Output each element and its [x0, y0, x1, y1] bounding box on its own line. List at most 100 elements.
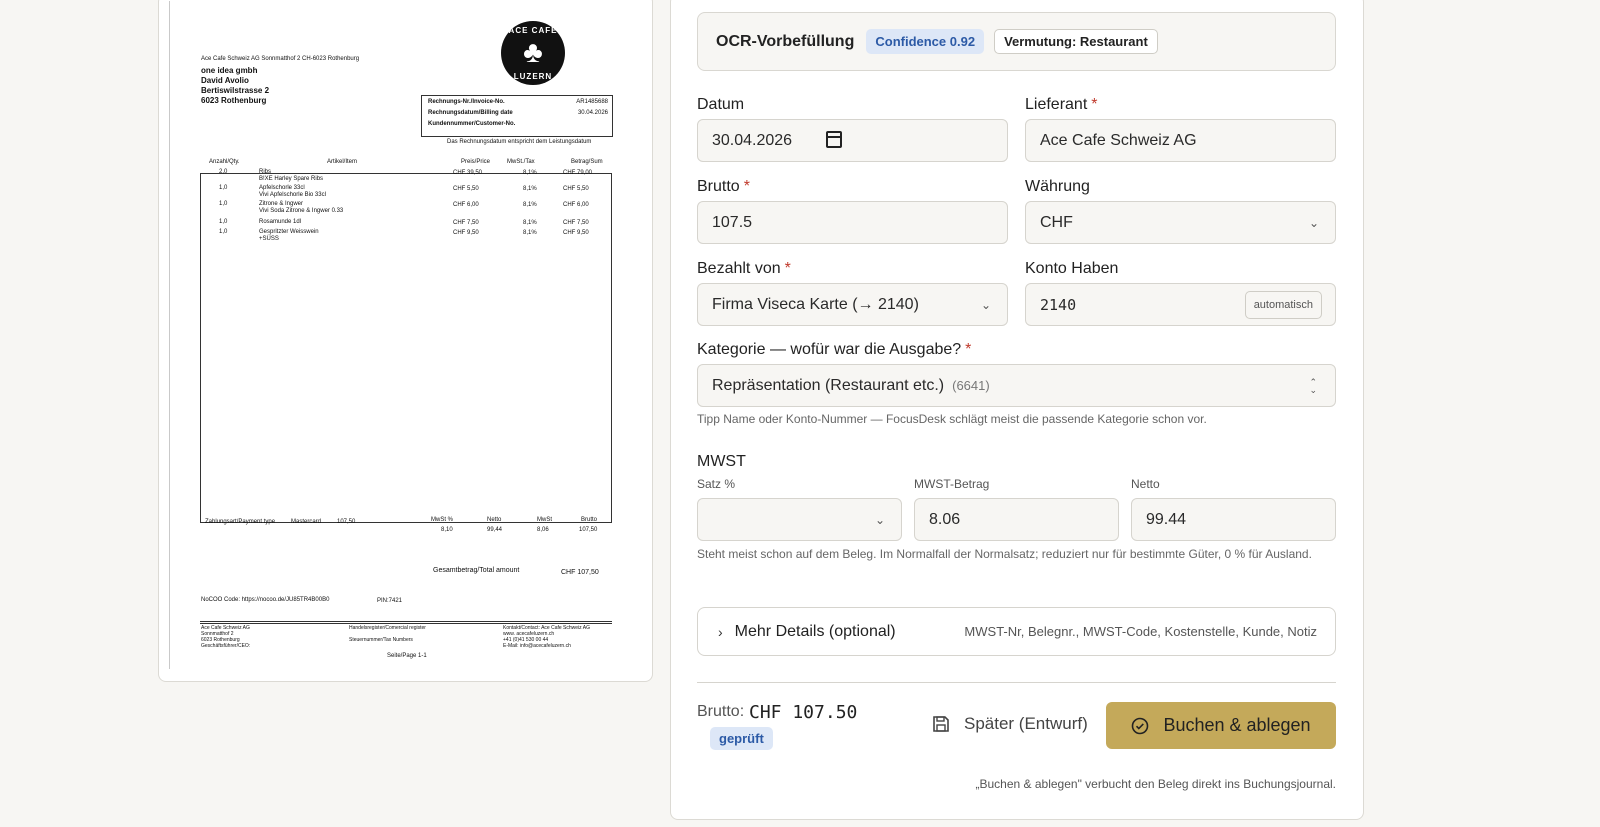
- footer-divider: [200, 621, 612, 622]
- tax-value: 8,10: [441, 527, 453, 533]
- document-preview: Ace Cafe Schweiz AG Sonnmatthof 2 CH-602…: [158, 0, 653, 682]
- item-sum: CHF 9,50: [563, 230, 589, 236]
- required-mark: *: [965, 341, 972, 358]
- save-draft-label: Später (Entwurf): [964, 714, 1088, 733]
- tax-value: 99,44: [487, 527, 503, 533]
- more-details-toggle[interactable]: › Mehr Details (optional) MWST-Nr, Beleg…: [697, 607, 1336, 656]
- mwst-betrag-value: 8.06: [929, 510, 961, 528]
- invoice-label: Rechnungsdatum/Billing date: [428, 110, 513, 116]
- tax-value: 107,50: [579, 527, 598, 533]
- datum-input[interactable]: 30.04.2026: [697, 119, 1008, 162]
- mwst-betrag-input[interactable]: 8.06: [914, 498, 1119, 541]
- logo-text-top: ACE CAFE: [508, 26, 558, 35]
- booking-footnote: „Buchen & ablegen" verbucht den Beleg di…: [975, 777, 1337, 791]
- recipient-line: one idea gmbh: [201, 66, 258, 75]
- payment-label: Zahlungsart/Payment type: [205, 519, 276, 525]
- receipt-edge: [169, 1, 170, 669]
- footer-line: Steuernummer/Tax Numbers: [349, 637, 413, 643]
- brutto-label: Brutto *: [697, 178, 750, 195]
- item-sum: CHF 79,00: [563, 170, 593, 176]
- recipient-line: 6023 Rothenburg: [201, 96, 267, 105]
- checked-badge: geprüft: [710, 727, 773, 750]
- netto-value: 99.44: [1146, 510, 1187, 528]
- item-qty: 1,0: [219, 219, 228, 225]
- col-header: MwSt./Tax: [507, 159, 535, 165]
- invoice-label: Rechnungs-Nr./Invoice-No.: [428, 99, 505, 105]
- col-header: Betrag/Sum: [571, 159, 603, 165]
- konto-label: Konto Haben: [1025, 260, 1119, 277]
- kategorie-combobox[interactable]: Repräsentation (Restaurant etc.) (6641) …: [697, 364, 1336, 407]
- item-qty: 1,0: [219, 229, 228, 235]
- pin: PIN:7421: [377, 598, 403, 604]
- updown-chevron-icon: ⌃ ⌄: [1309, 376, 1317, 395]
- invoice-number: AR1485688: [576, 99, 608, 105]
- konto-value: 2140: [1040, 295, 1077, 314]
- sender-line: Ace Cafe Schweiz AG Sonnmatthof 2 CH-602…: [201, 56, 360, 62]
- brutto-input[interactable]: 107.5: [697, 201, 1008, 244]
- datum-label: Datum: [697, 96, 745, 113]
- total-value: CHF 107,50: [561, 569, 599, 576]
- item-price: CHF 9,50: [453, 230, 479, 236]
- col-header: Anzahl/Qty.: [209, 159, 240, 165]
- items-box: [200, 173, 612, 523]
- calendar-icon[interactable]: [826, 131, 842, 148]
- waehrung-label: Währung: [1025, 178, 1090, 195]
- guess-badge: Vermutung: Restaurant: [994, 29, 1158, 54]
- bezahlt-value: Firma Viseca Karte (→ 2140): [712, 295, 919, 313]
- item-sum: CHF 6,00: [563, 202, 589, 208]
- item-qty: 2,0: [219, 169, 228, 175]
- required-mark: *: [743, 178, 750, 195]
- item-subname: +SÜSS: [259, 236, 279, 242]
- datum-value: 30.04.2026: [712, 131, 793, 149]
- book-and-file-button[interactable]: Buchen & ablegen: [1106, 702, 1336, 749]
- ace-cafe-logo: ACE CAFE ♣ LUZERN: [501, 21, 565, 85]
- item-name: Rosamunde 1dl: [259, 219, 302, 225]
- more-details-title: Mehr Details (optional): [734, 622, 896, 640]
- payment-amount: 107,50: [337, 519, 356, 525]
- save-draft-button[interactable]: Später (Entwurf): [920, 704, 1100, 744]
- netto-label: Netto: [1131, 477, 1160, 491]
- nocoo-code: NoCOO Code: https://nocoo.de/JU85TR4B00B…: [201, 597, 330, 603]
- divider: [697, 682, 1336, 683]
- tax-header: Brutto: [581, 517, 598, 523]
- item-qty: 1,0: [219, 201, 228, 207]
- item-subname: Vivi Apfelschorle Bio 33cl: [259, 192, 326, 198]
- mwst-betrag-label: MWST-Betrag: [914, 477, 990, 491]
- waehrung-select[interactable]: CHF ⌄: [1025, 201, 1336, 244]
- mwst-hint: Steht meist schon auf dem Beleg. Im Norm…: [697, 547, 1312, 561]
- footer-line: Handelsregister/Comercial register: [349, 625, 426, 631]
- tax-header: MwSt %: [431, 517, 454, 523]
- item-sum: CHF 7,50: [563, 220, 589, 226]
- lieferant-input[interactable]: Ace Cafe Schweiz AG: [1025, 119, 1336, 162]
- item-tax: 8,1%: [523, 230, 537, 236]
- invoice-info-box: Rechnungs-Nr./Invoice-No. Rechnungsdatum…: [421, 95, 613, 137]
- page-number: Seite/Page 1-1: [387, 653, 427, 659]
- konto-input[interactable]: 2140 automatisch: [1025, 283, 1336, 326]
- item-tax: 8,1%: [523, 186, 537, 192]
- required-mark: *: [784, 260, 791, 277]
- col-header: Preis/Price: [461, 159, 491, 165]
- netto-input[interactable]: 99.44: [1131, 498, 1336, 541]
- satz-label: Satz %: [697, 477, 736, 491]
- col-header: Artikel/Item: [327, 159, 358, 165]
- item-subname: B!XE Harley Spare Ribs: [259, 176, 324, 182]
- satz-select[interactable]: ⌄: [697, 498, 902, 541]
- waehrung-value: CHF: [1040, 213, 1073, 231]
- brutto-value: 107.5: [712, 213, 753, 231]
- ocr-prefill-banner: OCR-Vorbefüllung Confidence 0.92 Vermutu…: [697, 12, 1336, 71]
- required-mark: *: [1091, 96, 1098, 113]
- mwst-title: MWST: [697, 453, 746, 470]
- item-tax: 8,1%: [523, 202, 537, 208]
- item-price: CHF 7,50: [453, 220, 479, 226]
- item-price: CHF 39,50: [453, 170, 483, 176]
- bezahlt-select[interactable]: Firma Viseca Karte (→ 2140) ⌄: [697, 283, 1008, 326]
- logo-text-bottom: LUZERN: [513, 72, 553, 81]
- tax-header: Netto: [487, 517, 502, 523]
- total-label: Gesamtbetrag/Total amount: [433, 567, 520, 574]
- kategorie-label: Kategorie — wofür war die Ausgabe? *: [697, 341, 972, 358]
- item-price: CHF 5,50: [453, 186, 479, 192]
- lieferant-label: Lieferant *: [1025, 96, 1098, 113]
- invoice-date: 30.04.2026: [577, 110, 608, 116]
- item-name: Gespritzter Weisswein: [259, 229, 319, 235]
- payment-method: Mastercard: [291, 519, 322, 525]
